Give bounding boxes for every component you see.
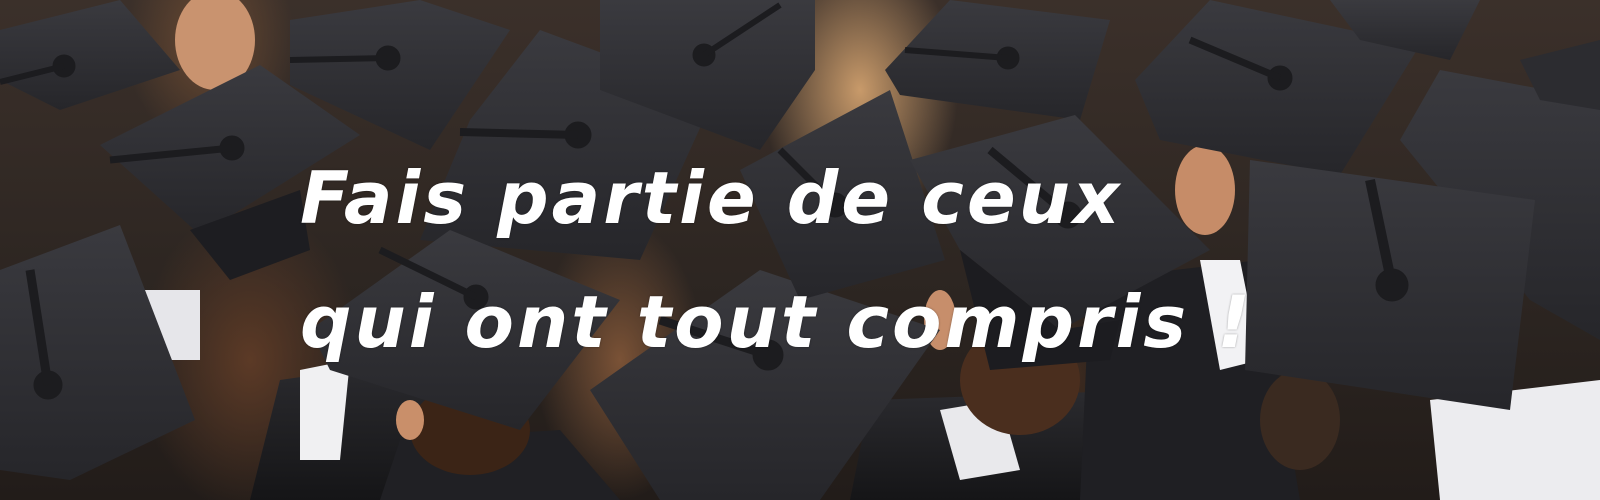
banner-headline: Fais partie de ceux qui ont tout compris… — [300, 134, 1253, 386]
graduation-banner: Fais partie de ceux qui ont tout compris… — [0, 0, 1600, 500]
headline-line-2: qui ont tout compris ! — [300, 280, 1254, 364]
headline-line-1: Fais partie de ceux — [300, 156, 1123, 240]
